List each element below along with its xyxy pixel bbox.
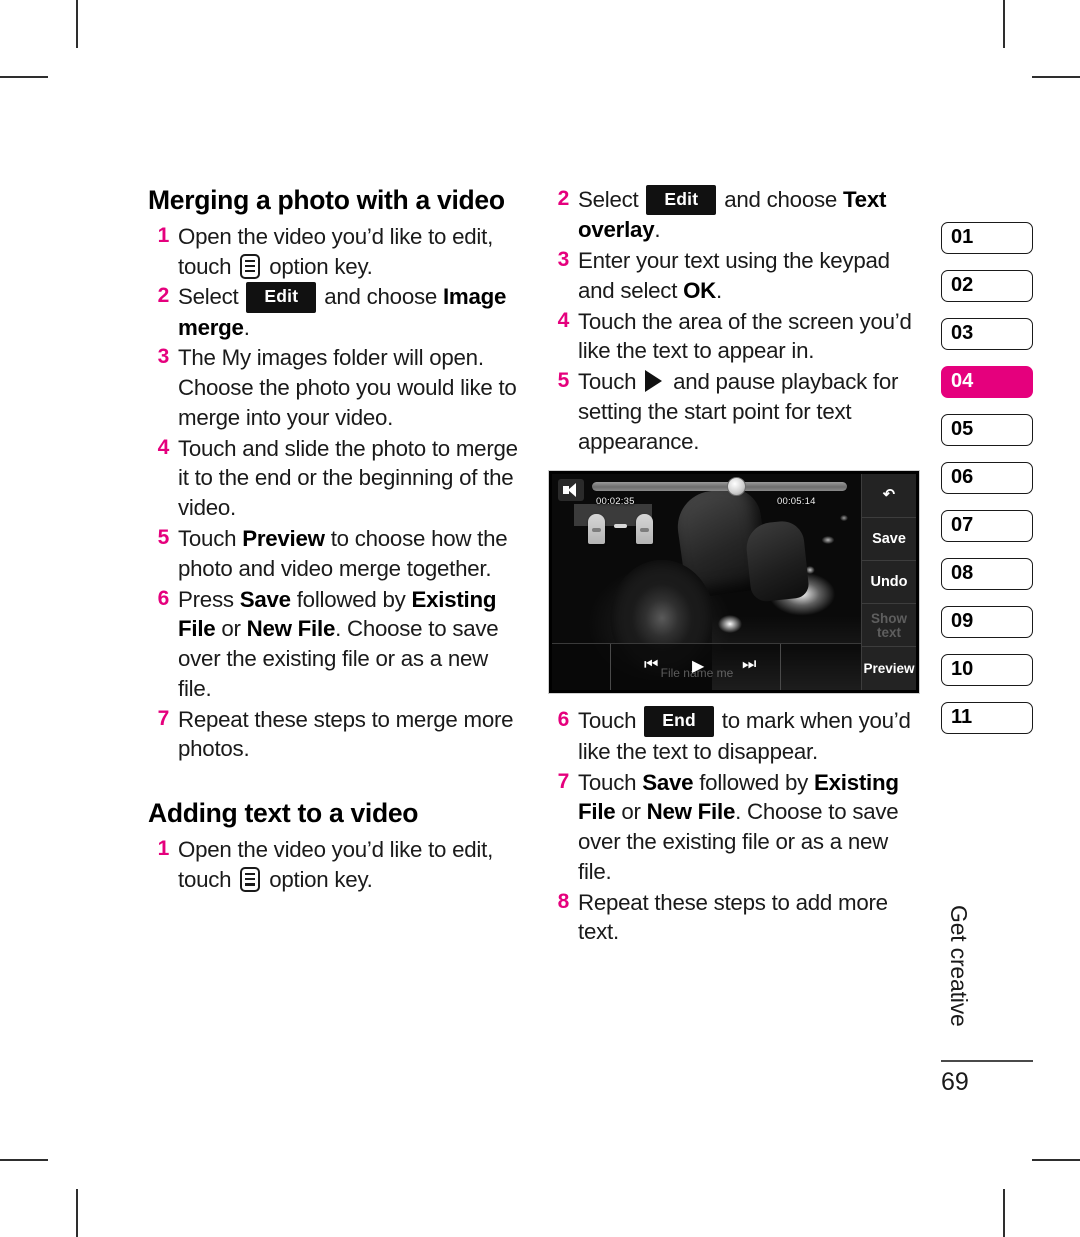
step-number: 1 xyxy=(157,223,170,247)
total-time-label: 00:05:14 xyxy=(777,496,816,508)
back-arrow-icon[interactable]: ↶ xyxy=(862,474,916,518)
step-item: 1 Open the video you’d like to edit, touc… xyxy=(148,222,526,282)
chapter-tab-index: 01 02 03 04 05 06 07 08 09 10 11 xyxy=(941,222,1033,750)
save-button[interactable]: Save xyxy=(862,518,916,561)
step-item: 1 Open the video you’d like to edit, touc… xyxy=(148,835,526,895)
step-number: 1 xyxy=(157,836,170,860)
step-item: 2 Select Edit and choose Text overlay. xyxy=(548,185,920,245)
transport-divider-right xyxy=(780,644,781,691)
emphasis-text: OK xyxy=(683,277,717,303)
step-number: 7 xyxy=(157,706,170,730)
emphasis-text: Text overlay xyxy=(578,187,887,243)
current-time-label: 00:02:35 xyxy=(596,496,635,508)
step-number: 5 xyxy=(157,525,170,549)
step-list-adding-text-continued-bottom: 6 Touch End to mark when you’d like the t… xyxy=(548,706,920,947)
chapter-tab-01[interactable]: 01 xyxy=(941,222,1033,254)
play-icon[interactable]: ▶ xyxy=(692,656,704,676)
emphasis-text: Existing File xyxy=(178,586,497,642)
end-keycap[interactable]: End xyxy=(644,706,714,737)
start-marker-pin[interactable] xyxy=(588,514,605,545)
step-number: 3 xyxy=(157,345,170,369)
step-number: 4 xyxy=(557,308,570,332)
editor-tool-rail: ↶ Save Undo Show text Preview xyxy=(861,474,916,691)
step-number: 6 xyxy=(557,708,570,732)
step-item: 6 Touch End to mark when you’d like the t… xyxy=(548,706,920,766)
running-head: Get creative xyxy=(946,905,972,1027)
scrubber-handle[interactable] xyxy=(727,477,746,497)
chapter-tab-06[interactable]: 06 xyxy=(941,462,1033,494)
step-number: 3 xyxy=(557,248,570,272)
edit-keycap[interactable]: Edit xyxy=(646,185,717,216)
step-number: 6 xyxy=(157,586,170,610)
chapter-tab-11[interactable]: 11 xyxy=(941,702,1033,734)
step-list-adding-text-continued-top: 2 Select Edit and choose Text overlay. 3 En… xyxy=(548,185,920,456)
marker-connector xyxy=(614,524,627,529)
page-number: 69 xyxy=(941,1068,969,1096)
preview-button[interactable]: Preview xyxy=(862,647,916,690)
transport-divider-left xyxy=(610,644,611,691)
undo-button[interactable]: Undo xyxy=(862,561,916,605)
emphasis-text: Image merge xyxy=(178,284,507,340)
step-item: 6 Press Save followed by Existing File or… xyxy=(148,585,526,704)
end-marker-pin[interactable] xyxy=(636,514,653,545)
chapter-tab-08[interactable]: 08 xyxy=(941,558,1033,590)
page-title: Merging a photo with a video xyxy=(148,185,505,215)
option-key-icon xyxy=(240,866,261,892)
speaker-icon[interactable] xyxy=(558,479,584,502)
step-item: 4 Touch the area of the screen you’d like… xyxy=(548,307,920,367)
transport-bar: File name me ⏮ ▶ ⏭ xyxy=(552,643,862,691)
step-number: 2 xyxy=(157,284,170,308)
emphasis-text: New File xyxy=(646,799,736,825)
show-text-button[interactable]: Show text xyxy=(862,604,916,648)
emphasis-text: New File xyxy=(246,616,336,642)
step-item: 5 Touch and pause playback for setting th… xyxy=(548,367,920,456)
edit-keycap[interactable]: Edit xyxy=(246,282,317,313)
emphasis-text: Save xyxy=(239,586,291,612)
right-column: 2 Select Edit and choose Text overlay. 3 En… xyxy=(548,185,920,948)
step-item: 7 Repeat these steps to merge more photos… xyxy=(148,705,526,765)
step-item: 5 Touch Preview to choose how the photo a… xyxy=(148,524,526,584)
step-item: 4 Touch and slide the photo to merge it t… xyxy=(148,434,526,523)
play-triangle-icon xyxy=(645,370,663,393)
step-number: 2 xyxy=(557,187,570,210)
manual-page: Merging a photo with a video 1 Open the v… xyxy=(0,0,1080,1237)
section-title-adding-text: Adding text to a video xyxy=(148,798,419,829)
left-column: Merging a photo with a video 1 Open the v… xyxy=(148,185,526,895)
option-key-icon xyxy=(240,253,261,279)
step-item: 2 Select Edit and choose Image merge. xyxy=(148,282,526,342)
chapter-tab-03[interactable]: 03 xyxy=(941,318,1033,350)
emphasis-text: Preview xyxy=(242,525,325,551)
playback-scrubber-row[interactable]: 00:02:35 00:05:14 xyxy=(552,474,862,527)
previous-track-icon[interactable]: ⏮ xyxy=(644,656,658,674)
step-item: 8 Repeat these steps to add more text. xyxy=(548,888,920,948)
next-track-icon[interactable]: ⏭ xyxy=(742,656,756,674)
phone-screen: 00:02:35 00:05:14 File name me ⏮ ▶ ⏭ ↶ S… xyxy=(552,474,916,691)
step-list-merging: 1 Open the video you’d like to edit, touc… xyxy=(148,222,526,764)
scrubber-track[interactable] xyxy=(592,482,847,492)
chapter-tab-10[interactable]: 10 xyxy=(941,654,1033,686)
folio-rule xyxy=(941,1060,1033,1062)
step-item: 7 Touch Save followed by Existing File or… xyxy=(548,768,920,887)
emphasis-text: Existing File xyxy=(578,769,899,825)
step-list-adding-text: 1 Open the video you’d like to edit, touc… xyxy=(148,835,526,895)
chapter-tab-07[interactable]: 07 xyxy=(941,510,1033,542)
step-item: 3 The My images folder will open. Choose … xyxy=(148,343,526,432)
step-number: 7 xyxy=(557,769,570,793)
step-number: 8 xyxy=(557,889,570,913)
chapter-tab-05[interactable]: 05 xyxy=(941,414,1033,446)
emphasis-text: Save xyxy=(642,769,694,795)
rider-shape-secondary xyxy=(744,519,810,604)
step-number: 4 xyxy=(157,435,170,459)
step-number: 5 xyxy=(557,369,570,393)
step-item: 3 Enter your text using the keypad and se… xyxy=(548,246,920,306)
phone-screenshot-figure: 00:02:35 00:05:14 File name me ⏮ ▶ ⏭ ↶ S… xyxy=(548,470,920,695)
chapter-tab-09[interactable]: 09 xyxy=(941,606,1033,638)
chapter-tab-04[interactable]: 04 xyxy=(941,366,1033,398)
chapter-tab-02[interactable]: 02 xyxy=(941,270,1033,302)
